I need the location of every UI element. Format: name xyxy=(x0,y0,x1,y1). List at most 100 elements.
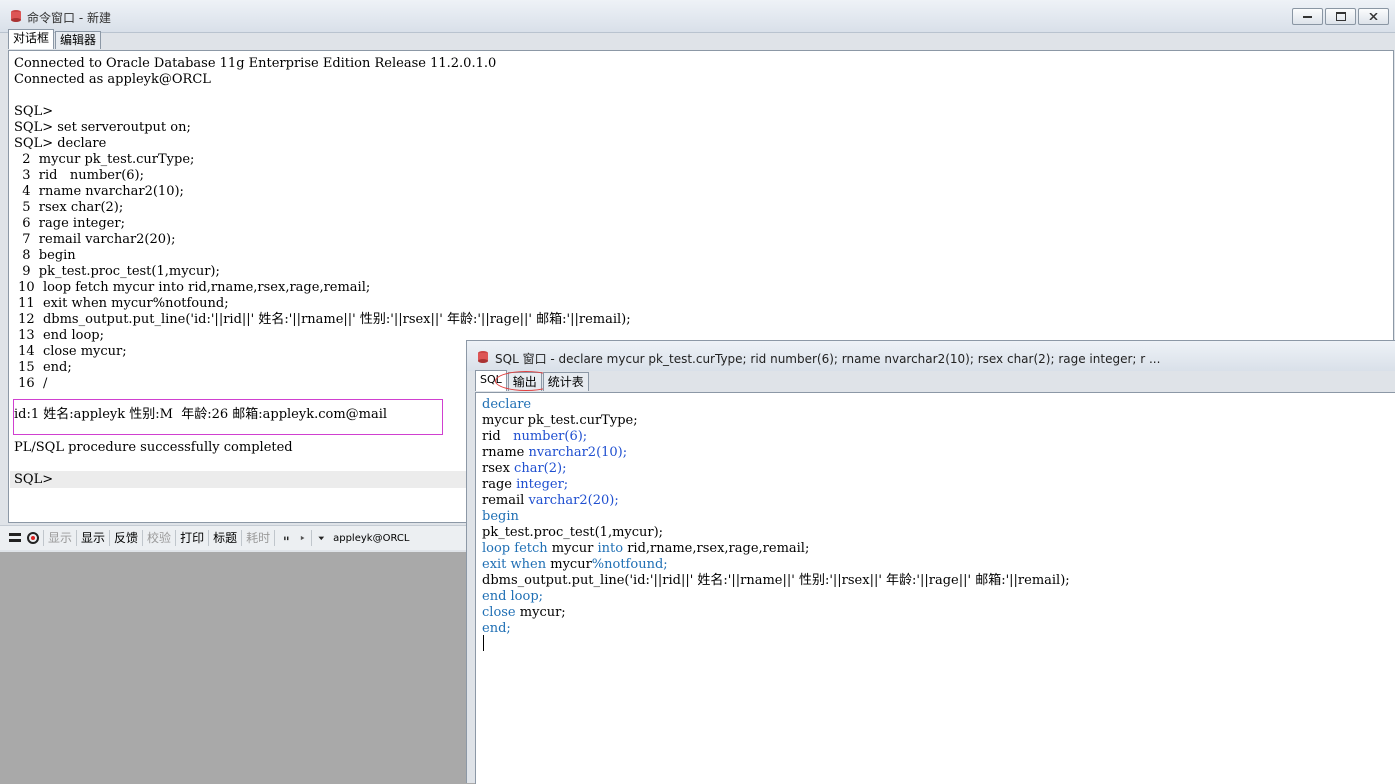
console-line: SQL> set serveroutput on; xyxy=(14,120,191,135)
code-line: mycur pk_test.curType; xyxy=(482,413,1070,429)
toolbar-show-disabled[interactable]: 显示 xyxy=(45,528,75,548)
code-token: exit when xyxy=(482,557,547,572)
code-token: number(6); xyxy=(513,429,588,444)
console-line: 9 pk_test.proc_test(1,mycur); xyxy=(14,264,220,279)
code-token: close xyxy=(482,605,516,620)
sql-window-title: SQL 窗口 - declare mycur pk_test.curType; … xyxy=(495,352,1161,366)
minimize-icon xyxy=(1303,15,1312,18)
tab-sql[interactable]: SQL xyxy=(475,370,507,391)
code-line: rid number(6); xyxy=(482,429,1070,445)
console-line: Connected as appleyk@ORCL xyxy=(14,72,211,87)
code-line: remail varchar2(20); xyxy=(482,493,1070,509)
code-token: nvarchar2(10); xyxy=(528,445,628,460)
close-button[interactable] xyxy=(1358,8,1389,25)
console-line: 2 mycur pk_test.curType; xyxy=(14,152,195,167)
toolbar-separator xyxy=(76,530,78,546)
toggle-panel-icon[interactable] xyxy=(8,531,22,545)
code-token: loop fetch xyxy=(482,541,548,556)
code-token: remail xyxy=(482,493,529,508)
code-line: close mycur; xyxy=(482,605,1070,621)
result-line: id:1 姓名:appleyk 性别:M 年龄:26 邮箱:appleyk.co… xyxy=(14,407,388,422)
toolbar-separator xyxy=(208,530,210,546)
code-line: rname nvarchar2(10); xyxy=(482,445,1070,461)
code-token: end; xyxy=(482,621,511,636)
code-line: begin xyxy=(482,509,1070,525)
code-line: declare xyxy=(482,397,1070,413)
toolbar-verify[interactable]: 校验 xyxy=(144,528,174,548)
code-token: declare xyxy=(482,397,532,412)
code-token: into xyxy=(597,541,624,556)
sql-title-bar: SQL 窗口 - declare mycur pk_test.curType; … xyxy=(467,341,1395,371)
console-line: Connected to Oracle Database 11g Enterpr… xyxy=(14,56,497,71)
code-line: pk_test.proc_test(1,mycur); xyxy=(482,525,1070,541)
console-line: 4 rname nvarchar2(10); xyxy=(14,184,184,199)
tab-output-label: 输出 xyxy=(512,375,537,389)
toolbar-separator xyxy=(109,530,111,546)
toolbar-separator xyxy=(43,530,44,546)
code-line: end loop; xyxy=(482,589,1070,605)
minimize-button[interactable] xyxy=(1292,8,1323,25)
completed-message: PL/SQL procedure successfully completed xyxy=(14,440,293,455)
console-line: 11 exit when mycur%notfound; xyxy=(14,296,229,311)
code-token: mycur xyxy=(546,557,592,572)
code-token: rid,rname,rsex,rage,remail; xyxy=(623,541,810,556)
text-caret xyxy=(483,635,484,651)
toolbar-print[interactable]: 打印 xyxy=(177,528,207,548)
code-token: rname xyxy=(482,445,529,460)
console-line: 5 rsex char(2); xyxy=(14,200,124,215)
tab-output[interactable]: 输出 xyxy=(494,371,557,391)
maximize-icon xyxy=(1335,12,1346,21)
play-icon[interactable] xyxy=(298,531,308,545)
code-token: end loop; xyxy=(482,589,544,604)
sql-editor[interactable]: declare mycur pk_test.curType; rid number(… xyxy=(475,392,1395,784)
code-line: rage integer; xyxy=(482,477,1070,493)
code-token: begin xyxy=(482,509,519,524)
pause-icon[interactable] xyxy=(282,531,292,545)
database-icon xyxy=(478,351,488,363)
code-token: dbms_output.put_line('id:'||rid||' 姓名:'|… xyxy=(482,573,1070,588)
console-line: 3 rid number(6); xyxy=(14,168,144,183)
code-line: dbms_output.put_line('id:'||rid||' 姓名:'|… xyxy=(482,573,1070,589)
toolbar-separator xyxy=(241,530,243,546)
code-token: varchar2(20); xyxy=(528,493,619,508)
code-token: rid xyxy=(482,429,514,444)
sql-code: declare mycur pk_test.curType; rid number(… xyxy=(482,397,1070,637)
toolbar-separator xyxy=(274,530,276,546)
console-line: 6 rage integer; xyxy=(14,216,125,231)
console-line: 7 remail varchar2(20); xyxy=(14,232,176,247)
code-token: rage xyxy=(482,477,517,492)
console-line: 12 dbms_output.put_line('id:'||rid||' 姓名… xyxy=(14,312,631,327)
sql-window: SQL 窗口 - declare mycur pk_test.curType; … xyxy=(466,340,1395,784)
toolbar-separator xyxy=(142,530,144,546)
dropdown-arrow-icon[interactable] xyxy=(317,531,327,545)
console-line: SQL> xyxy=(14,104,54,119)
console-line: 10 loop fetch mycur into rid,rname,rsex,… xyxy=(14,280,371,295)
tab-editor[interactable]: 编辑器 xyxy=(55,31,102,49)
sql-prompt: SQL> xyxy=(14,472,54,487)
code-line: loop fetch mycur into rid,rname,rsex,rag… xyxy=(482,541,1070,557)
toolbar-separator xyxy=(311,530,313,546)
console-line: SQL> declare xyxy=(14,136,107,151)
maximize-button[interactable] xyxy=(1325,8,1356,25)
code-line: rsex char(2); xyxy=(482,461,1070,477)
code-token: rsex xyxy=(482,461,515,476)
title-bar: 命令窗口 - 新建 xyxy=(0,0,1395,33)
toolbar-separator xyxy=(175,530,177,546)
toolbar-show[interactable]: 显示 xyxy=(78,528,108,548)
code-token: mycur; xyxy=(515,605,566,620)
refresh-icon[interactable] xyxy=(26,531,40,545)
window-title: 命令窗口 - 新建 xyxy=(27,11,111,25)
code-line: exit when mycur%notfound; xyxy=(482,557,1070,573)
toolbar-feedback[interactable]: 反馈 xyxy=(111,528,141,548)
code-token: %notfound; xyxy=(591,557,668,572)
tab-statistics[interactable]: 统计表 xyxy=(542,372,589,391)
code-token: char(2); xyxy=(514,461,567,476)
code-token: mycur xyxy=(547,541,598,556)
toolbar-elapsed[interactable]: 耗时 xyxy=(243,528,273,548)
connection-label[interactable]: appleyk@ORCL xyxy=(333,533,409,544)
close-icon xyxy=(1369,13,1378,20)
toolbar-title[interactable]: 标题 xyxy=(210,528,240,548)
code-token: integer; xyxy=(516,477,569,492)
tab-dialog[interactable]: 对话框 xyxy=(8,29,55,49)
